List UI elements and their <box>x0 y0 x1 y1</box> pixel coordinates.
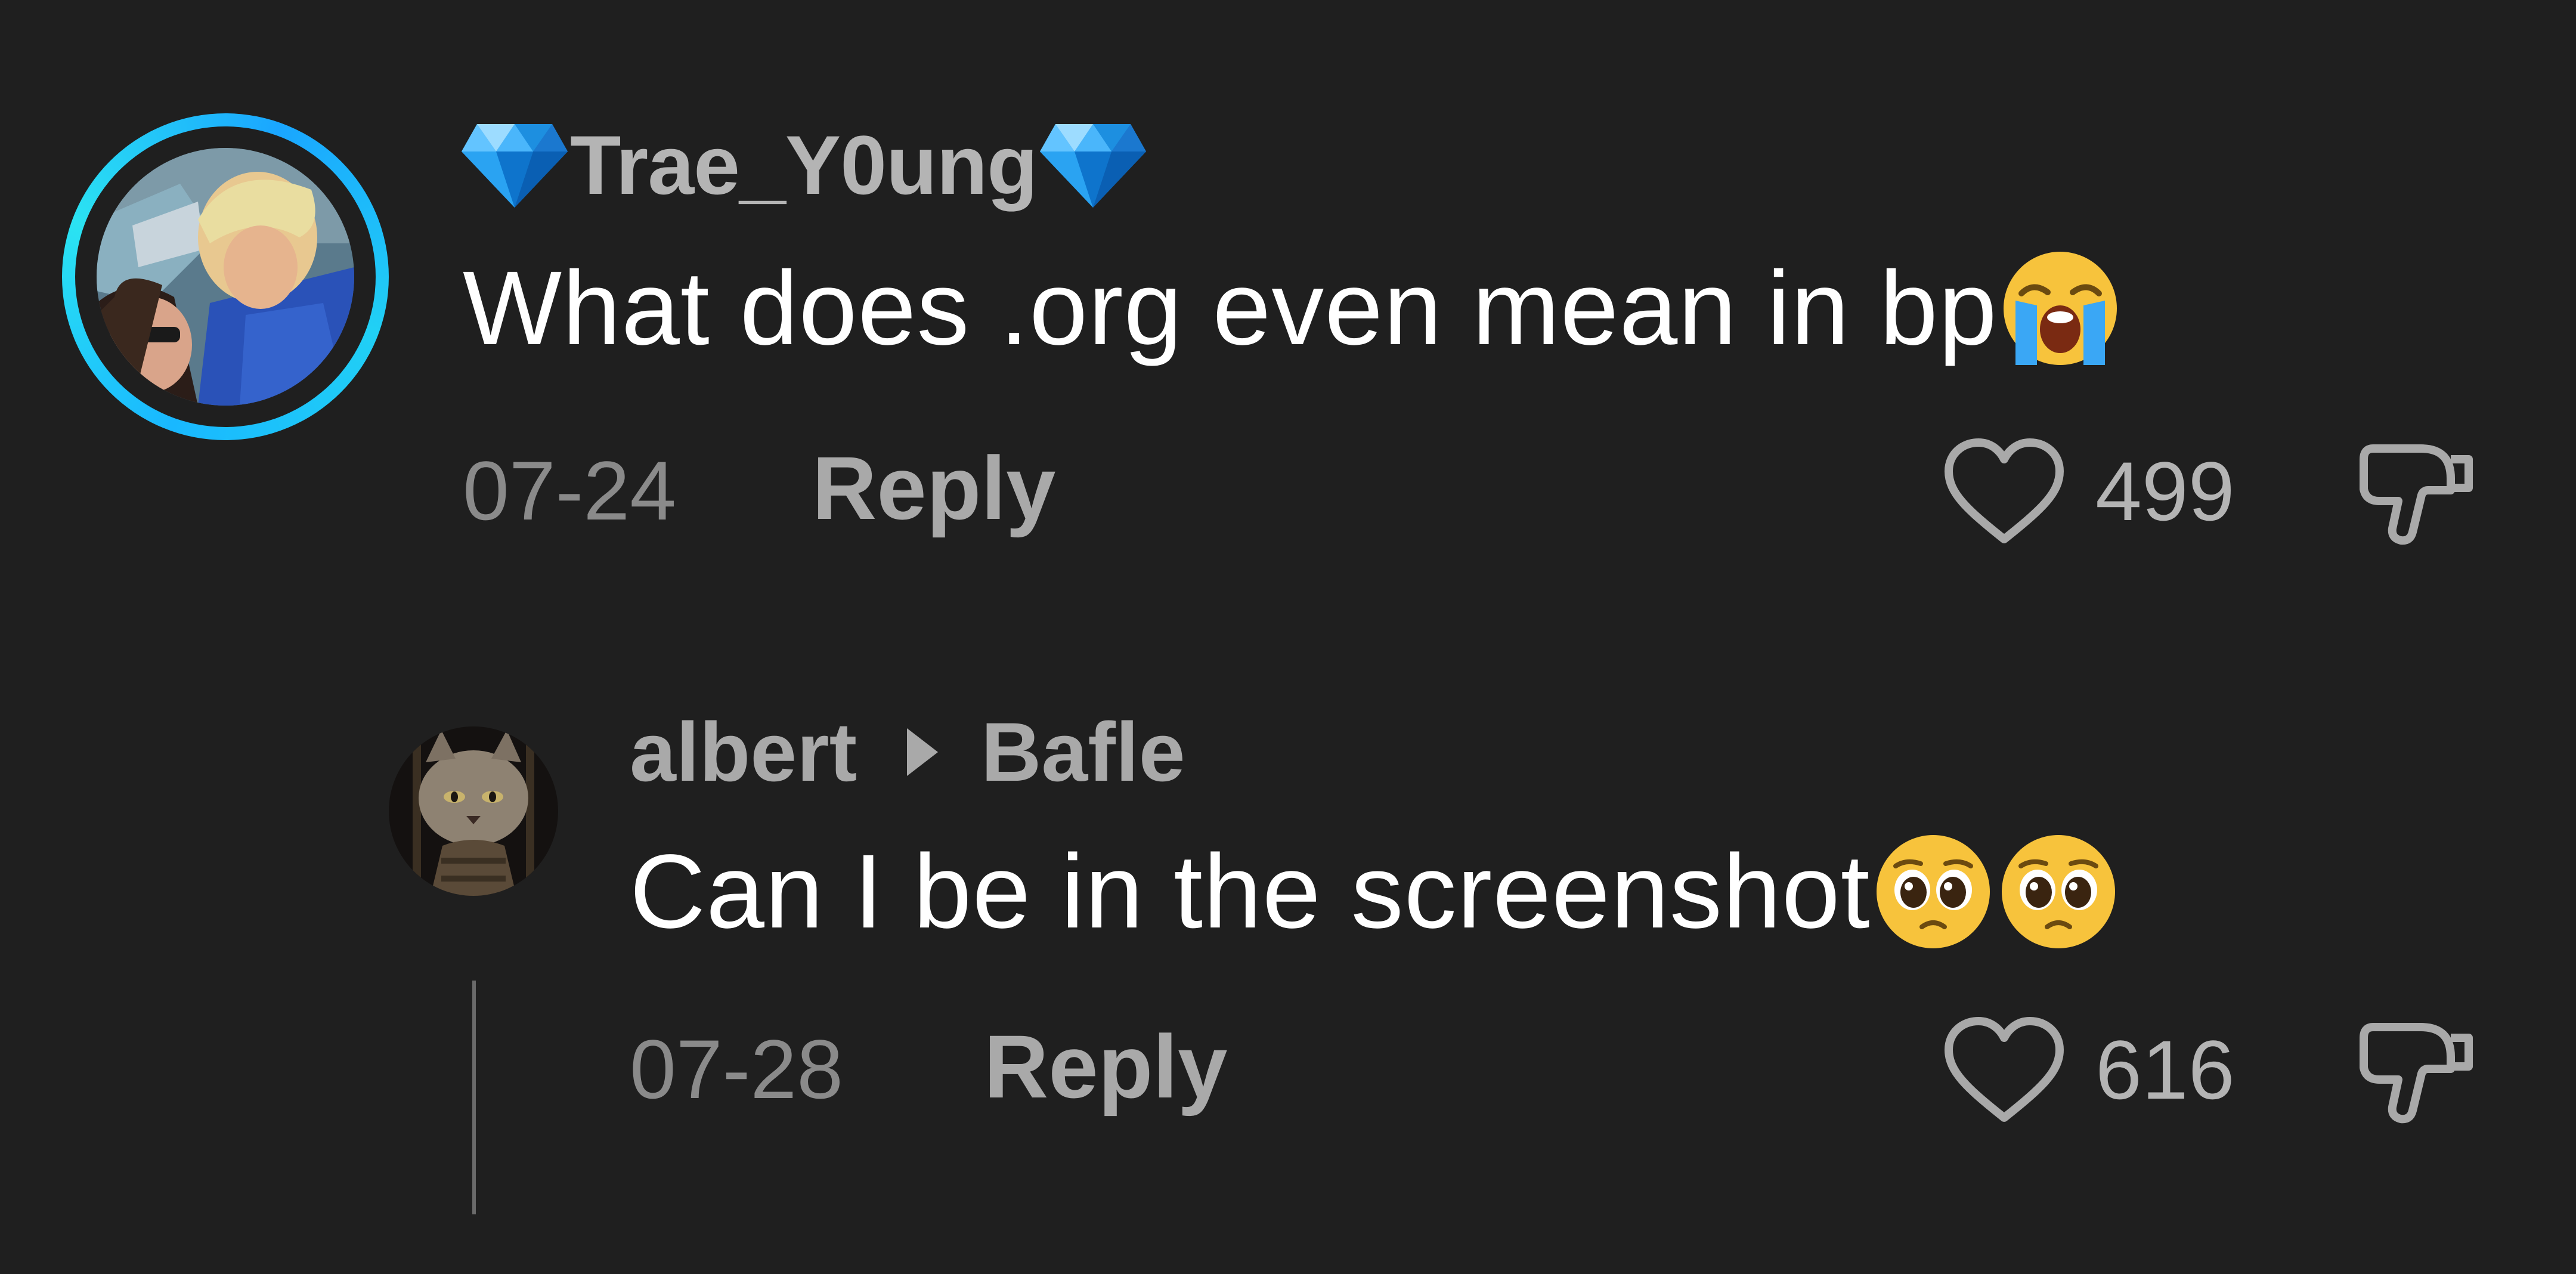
loudly-crying-face-icon <box>2003 252 2117 365</box>
pleading-face-icon <box>1876 835 1990 948</box>
comment-text: What does .org even mean in bp <box>463 246 2123 371</box>
avatar-photo <box>97 148 354 406</box>
thumbs-down-outline-icon[interactable] <box>2355 431 2475 550</box>
diamond-icon <box>1039 124 1146 208</box>
like-button[interactable]: 616 <box>1943 1016 2235 1124</box>
avatar-story-ring[interactable] <box>62 113 389 440</box>
comment-date: 07-24 <box>463 444 677 537</box>
avatar-photo <box>389 726 558 896</box>
reply-username-row: albert Bafle <box>630 704 1185 800</box>
reply-button[interactable]: Reply <box>984 1015 1227 1118</box>
heart-outline-icon[interactable] <box>1943 438 2066 545</box>
thread-line <box>472 981 476 1214</box>
like-count: 616 <box>2095 1023 2235 1117</box>
diamond-icon <box>462 124 568 208</box>
comment-text: Can I be in the screenshot <box>630 829 2121 954</box>
thumbs-down-outline-icon[interactable] <box>2355 1009 2475 1128</box>
heart-outline-icon[interactable] <box>1943 1016 2066 1124</box>
username-row[interactable]: Trae_Y0ung <box>459 117 1148 214</box>
reply-button[interactable]: Reply <box>812 437 1055 540</box>
comment-body: What does .org even mean in bp <box>463 250 1998 367</box>
pleading-face-icon <box>2001 835 2115 948</box>
avatar[interactable] <box>389 726 558 896</box>
like-button[interactable]: 499 <box>1943 438 2235 545</box>
like-count: 499 <box>2095 444 2235 538</box>
avatar[interactable] <box>97 148 354 406</box>
username[interactable]: Trae_Y0ung <box>570 117 1038 214</box>
reply-to-username[interactable]: Bafle <box>981 704 1185 800</box>
reply-arrow-icon <box>907 728 939 776</box>
comment-date: 07-28 <box>630 1022 844 1116</box>
comments-screen: Trae_Y0ung What does .org even mean in b… <box>0 0 2576 1274</box>
username[interactable]: albert <box>630 704 857 800</box>
comment-body: Can I be in the screenshot <box>630 833 1871 950</box>
